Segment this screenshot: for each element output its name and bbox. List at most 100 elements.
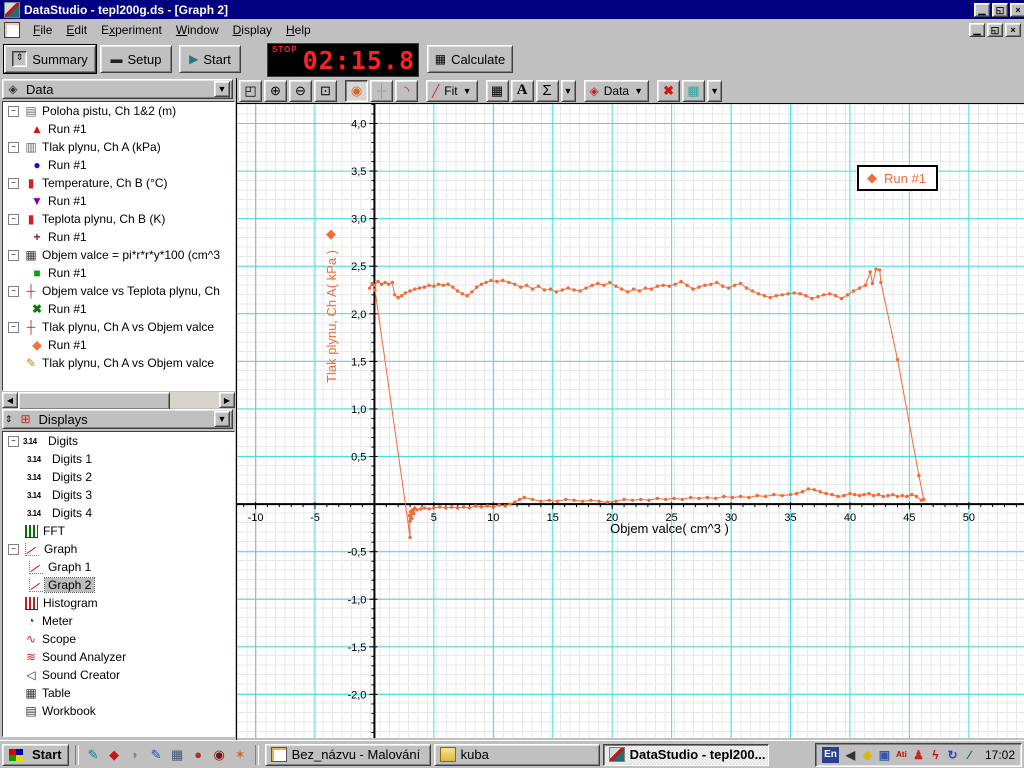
data-item-5-run[interactable]: ✖ Run #1 (3, 300, 234, 318)
data-item-1[interactable]: − ▥ Tlak plynu, Ch A (kPa) (3, 138, 234, 156)
calculate-button[interactable]: ▦ Calculate (427, 45, 513, 73)
diamond-icon[interactable]: ◆ (860, 747, 875, 763)
paint-icon[interactable]: ✎ (85, 746, 102, 763)
expander-icon[interactable]: − (8, 543, 19, 555)
zoom-select-button[interactable]: ⊡ (314, 79, 337, 102)
display-item-meter[interactable]: ◔ Meter (3, 612, 234, 630)
task-button-datastudio[interactable]: DataStudio - tepl200... (602, 743, 769, 766)
zoom-out-button[interactable]: ⊖ (289, 79, 312, 102)
child-minimize-button[interactable]: ▁ (969, 22, 985, 37)
expander-icon[interactable]: − (8, 285, 19, 297)
scroll-left-arrow[interactable]: ◀ (2, 392, 18, 408)
volume-icon[interactable]: ◀ (843, 747, 858, 763)
data-item-0-run[interactable]: ▲ Run #1 (3, 120, 234, 138)
expander-icon[interactable]: − (8, 435, 19, 447)
menu-window[interactable]: Window (169, 21, 226, 39)
expander-icon[interactable]: − (8, 141, 19, 153)
display-item-digits-4[interactable]: 3.14 Digits 4 (3, 504, 234, 522)
menu-file[interactable]: File (26, 21, 59, 39)
display-item-sound-analyzer[interactable]: ≋ Sound Analyzer (3, 648, 234, 666)
data-item-2-run[interactable]: ▼ Run #1 (3, 192, 234, 210)
summary-button[interactable]: ⇕ Summary (3, 44, 97, 74)
dragon-icon[interactable]: ● (190, 746, 207, 763)
calculate-tool-button[interactable]: ▦ (485, 79, 509, 102)
user-icon[interactable]: ♟ (911, 747, 926, 763)
data-item-3[interactable]: − ▮ Teplota plynu, Ch B (K) (3, 210, 234, 228)
display-item-digits[interactable]: −3.14 Digits (3, 432, 234, 450)
expander-icon[interactable]: − (8, 105, 19, 117)
graph-settings-dropdown-arrow[interactable]: ▼ (707, 79, 723, 102)
display-item-workbook[interactable]: ▤ Workbook (3, 702, 234, 720)
displays-panel-header[interactable]: ⇕ ⊞ Displays ▼ (2, 409, 233, 429)
display-item-fft[interactable]: FFT (3, 522, 234, 540)
data-item-5[interactable]: − ┼ Objem valce vs Teplota plynu, Ch (3, 282, 234, 300)
splitter-handle-icon[interactable]: ⇕ (5, 414, 13, 425)
data-item-0[interactable]: − ▤ Poloha pistu, Ch 1&2 (m) (3, 102, 234, 120)
data-dropdown[interactable]: ◈ Data ▼ (583, 79, 650, 102)
start-menu-button[interactable]: Start (2, 743, 69, 766)
display-item-graph[interactable]: − Graph (3, 540, 234, 558)
menu-help[interactable]: Help (279, 21, 318, 39)
winamp-icon[interactable]: ✶ (232, 746, 249, 763)
graph-window-icon[interactable] (4, 21, 20, 38)
graph-settings-button[interactable]: ▦ (682, 79, 706, 102)
acrobat-reader-icon[interactable]: ◆ (106, 746, 123, 763)
data-panel-dropdown-arrow[interactable]: ▼ (214, 81, 230, 97)
scheduler-icon[interactable]: ▣ (877, 747, 892, 763)
expander-icon[interactable]: − (8, 177, 19, 189)
pen2-icon[interactable]: ∕ (962, 747, 977, 763)
data-item-6[interactable]: − ┼ Tlak plynu, Ch A vs Objem valce (3, 318, 234, 336)
task-button-paint[interactable]: Bez_názvu - Malování (264, 743, 431, 766)
data-item-1-run[interactable]: ● Run #1 (3, 156, 234, 174)
smart-tool-button[interactable]: ◉ (345, 79, 368, 102)
display-item-graph-2[interactable]: Graph 2 (3, 576, 234, 594)
child-close-button[interactable]: × (1005, 22, 1021, 37)
refresh-icon[interactable]: ↻ (945, 747, 960, 763)
zoom-in-button[interactable]: ⊕ (264, 79, 287, 102)
minimize-button[interactable]: ▁ (974, 2, 990, 17)
task-button-folder-kuba[interactable]: kuba (433, 743, 600, 766)
display-item-histogram[interactable]: Histogram (3, 594, 234, 612)
child-restore-button[interactable]: ◱ (987, 22, 1003, 37)
remove-button[interactable]: ✖ (657, 79, 681, 102)
calculator-icon[interactable]: ▦ (169, 746, 186, 763)
opera-icon[interactable]: ◉ (211, 746, 228, 763)
display-item-sound-creator[interactable]: ◁ Sound Creator (3, 666, 234, 684)
slope-tool-button[interactable]: ◝ (395, 79, 418, 102)
graph-display[interactable]: -10 -5 5 10 15 20 25 30 35 40 45 50 -2,0 -1,5 -1,0 -0,5… (237, 104, 1024, 738)
statistics-button[interactable]: Σ (535, 79, 559, 102)
fit-dropdown[interactable]: ╱ Fit ▼ (426, 79, 478, 102)
keyboard-layout-indicator[interactable]: En (821, 746, 839, 763)
legend[interactable]: ◆ Run #1 (857, 165, 938, 191)
data-item-7[interactable]: ✎ Tlak plynu, Ch A vs Objem valce (3, 354, 234, 372)
statistics-dropdown-arrow[interactable]: ▼ (560, 79, 576, 102)
display-item-digits-3[interactable]: 3.14 Digits 3 (3, 486, 234, 504)
data-item-4-run[interactable]: ■ Run #1 (3, 264, 234, 282)
menu-experiment[interactable]: Experiment (94, 21, 169, 39)
ati-icon[interactable]: Ati (894, 747, 909, 763)
displays-panel-dropdown-arrow[interactable]: ▼ (214, 411, 230, 427)
chart-canvas[interactable]: -10 -5 5 10 15 20 25 30 35 40 45 50-2,0-1,5-1,0-0,5… (237, 104, 1024, 738)
data-panel-header[interactable]: ◈ Data ▼ (2, 79, 233, 99)
expander-icon[interactable]: − (8, 249, 19, 261)
lightning-icon[interactable]: ϟ (928, 747, 943, 763)
scale-to-fit-button[interactable]: ◰ (239, 79, 262, 102)
display-item-digits-1[interactable]: 3.14 Digits 1 (3, 450, 234, 468)
menu-display[interactable]: Display (226, 21, 279, 39)
display-item-digits-2[interactable]: 3.14 Digits 2 (3, 468, 234, 486)
setup-button[interactable]: ▬ Setup (100, 45, 172, 73)
pen-icon[interactable]: ✎ (148, 746, 165, 763)
data-item-4[interactable]: − ▦ Objem valce = pi*r*r*y*100 (cm^3 (3, 246, 234, 264)
restore-button[interactable]: ◱ (992, 2, 1008, 17)
expander-icon[interactable]: − (8, 321, 19, 333)
data-item-2[interactable]: − ▮ Temperature, Ch B (°C) (3, 174, 234, 192)
expander-icon[interactable]: − (8, 213, 19, 225)
close-button[interactable]: × (1010, 2, 1024, 17)
xy-tool-button[interactable]: ┼ (370, 79, 393, 102)
display-item-graph-1[interactable]: Graph 1 (3, 558, 234, 576)
text-tool-button[interactable]: A (510, 79, 534, 102)
data-tree-hscrollbar[interactable]: ◀ ▶ (2, 392, 235, 410)
title-bar[interactable]: DataStudio - tepl200g.ds - [Graph 2] ▁ ◱… (0, 0, 1024, 19)
data-item-6-run[interactable]: ◆ Run #1 (3, 336, 234, 354)
display-item-scope[interactable]: ∿ Scope (3, 630, 234, 648)
